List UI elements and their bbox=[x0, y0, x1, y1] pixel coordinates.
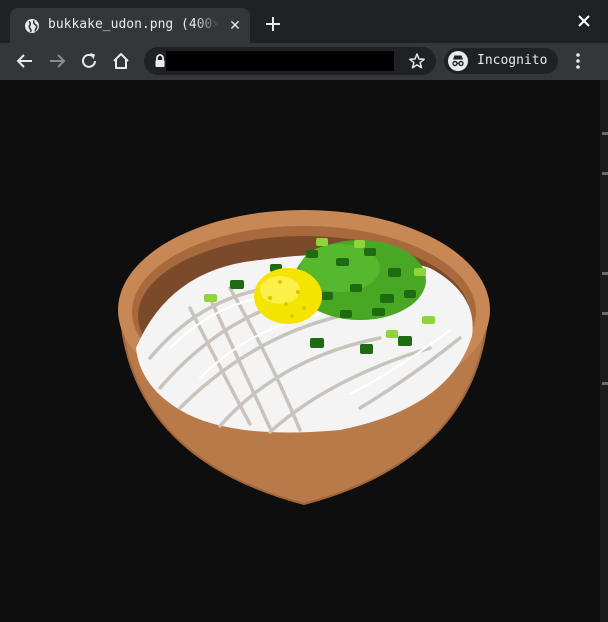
kebab-menu-icon[interactable] bbox=[568, 51, 588, 71]
lock-icon[interactable] bbox=[154, 54, 166, 68]
background-window-edge bbox=[600, 80, 608, 622]
edge-mark bbox=[602, 382, 608, 385]
edge-mark bbox=[602, 172, 608, 175]
incognito-icon bbox=[448, 51, 468, 71]
incognito-badge[interactable]: Incognito bbox=[444, 48, 558, 74]
toolbar: Incognito bbox=[0, 43, 608, 80]
tab-close-icon[interactable]: ✕ bbox=[226, 17, 244, 35]
address-bar[interactable] bbox=[144, 47, 436, 75]
tab-title: bukkake_udon.png (400× bbox=[48, 17, 220, 32]
incognito-label: Incognito bbox=[477, 53, 548, 68]
image-viewer bbox=[0, 80, 600, 622]
globe-icon bbox=[24, 18, 40, 34]
edge-mark bbox=[602, 272, 608, 275]
tab-strip: bukkake_udon.png (400× ✕ bbox=[0, 0, 608, 43]
star-icon[interactable] bbox=[408, 52, 426, 70]
arrow-left-icon[interactable] bbox=[14, 50, 36, 72]
window-close-icon[interactable] bbox=[574, 11, 594, 31]
edge-mark bbox=[602, 312, 608, 315]
browser-window: bukkake_udon.png (400× ✕ Incognito bbox=[0, 0, 608, 622]
edge-mark bbox=[602, 132, 608, 135]
reload-icon[interactable] bbox=[78, 50, 100, 72]
home-icon[interactable] bbox=[110, 50, 132, 72]
arrow-right-icon[interactable] bbox=[46, 50, 68, 72]
active-tab[interactable]: bukkake_udon.png (400× ✕ bbox=[10, 8, 250, 43]
new-tab-icon[interactable] bbox=[262, 13, 284, 35]
udon-bowl-image bbox=[110, 198, 498, 518]
url-text[interactable] bbox=[166, 51, 394, 71]
